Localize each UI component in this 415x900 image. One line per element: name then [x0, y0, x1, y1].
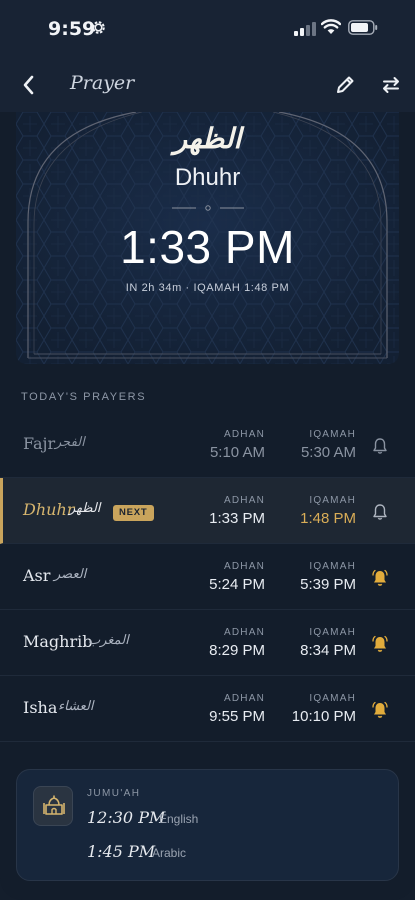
- navigation-bar: Prayer: [0, 58, 415, 112]
- iqamah-time: 5:30 AM: [300, 444, 356, 461]
- prayer-name: Dhuhr: [23, 500, 75, 519]
- jumuah-time: 1:45 PM: [87, 842, 156, 861]
- adhan-time: 5:24 PM: [209, 576, 265, 593]
- iqamah-time: 1:48 PM: [300, 510, 356, 527]
- iqamah-time: 10:10 PM: [291, 708, 356, 725]
- jumuah-label: JUMU'AH: [87, 788, 141, 799]
- adhan-label: ADHAN: [223, 429, 265, 440]
- next-badge: NEXT: [113, 505, 154, 521]
- adhan-label: ADHAN: [223, 495, 265, 506]
- adhan-time: 9:55 PM: [209, 708, 265, 725]
- signal-icon: [294, 22, 316, 36]
- adhan-time: 8:29 PM: [209, 642, 265, 659]
- gear-icon: [92, 21, 105, 34]
- bell-ringing-icon[interactable]: [372, 569, 388, 587]
- prayer-row-dhuhr[interactable]: Dhuhr الظهر NEXT ADHAN IQAMAH 1:33 PM 1:…: [0, 478, 415, 544]
- iqamah-label: IQAMAH: [309, 693, 356, 704]
- jumuah-card[interactable]: JUMU'AH 12:30 PM English 1:45 PM Arabic: [16, 769, 399, 881]
- page-title: Prayer: [70, 72, 135, 94]
- ornament-divider: [172, 205, 244, 211]
- iqamah-label: IQAMAH: [309, 627, 356, 638]
- prayer-name: Isha: [23, 698, 58, 717]
- swap-arrows-icon[interactable]: [378, 72, 404, 98]
- hero-english-name: Dhuhr: [174, 164, 241, 191]
- jumuah-language: Arabic: [152, 846, 187, 860]
- mosque-icon-container: [33, 786, 73, 826]
- bell-ringing-icon[interactable]: [372, 701, 388, 719]
- prayer-row-fajr[interactable]: Fajr الفجر ADHAN IQAMAH 5:10 AM 5:30 AM: [0, 412, 415, 478]
- pencil-icon[interactable]: [332, 72, 358, 98]
- adhan-time: 1:33 PM: [209, 510, 265, 527]
- adhan-label: ADHAN: [223, 627, 265, 638]
- wifi-icon: [321, 19, 341, 34]
- prayer-row-asr[interactable]: Asr العصر ADHAN IQAMAH 5:24 PM 5:39 PM: [0, 544, 415, 610]
- jumuah-language: English: [159, 812, 199, 826]
- adhan-label: ADHAN: [223, 693, 265, 704]
- prayer-arabic-name: العصر: [54, 567, 87, 582]
- section-heading: TODAY'S PRAYERS: [21, 391, 147, 403]
- jumuah-time: 12:30 PM: [87, 808, 166, 827]
- current-prayer-hero: الظهر Dhuhr 1:33 PM IN 2h 34m · IQAMAH 1…: [0, 112, 415, 368]
- battery-icon: [348, 20, 378, 35]
- prayer-name: Fajr: [23, 434, 56, 453]
- bell-icon[interactable]: [372, 437, 388, 455]
- bell-ringing-icon[interactable]: [372, 635, 388, 653]
- phone-screen: 9:59 Prayer الظهر Dhuhr 1:33 PM IN 2h 34…: [0, 0, 415, 900]
- prayer-arabic-name: العشاء: [58, 699, 94, 714]
- prayer-row-maghrib[interactable]: Maghrib المغرب ADHAN IQAMAH 8:29 PM 8:34…: [0, 610, 415, 676]
- iqamah-time: 5:39 PM: [300, 576, 356, 593]
- status-time: 9:59: [48, 18, 96, 40]
- back-chevron-icon[interactable]: [14, 70, 44, 100]
- iqamah-label: IQAMAH: [309, 495, 356, 506]
- prayer-arabic-name: المغرب: [88, 633, 129, 648]
- iqamah-time: 8:34 PM: [300, 642, 356, 659]
- status-bar: 9:59: [0, 0, 415, 58]
- iqamah-label: IQAMAH: [309, 429, 356, 440]
- prayer-name: Maghrib: [23, 632, 93, 651]
- hero-arabic-name: الظهر: [173, 122, 242, 155]
- prayer-name: Asr: [23, 566, 51, 585]
- hero-adhan-time: 1:33 PM: [120, 221, 295, 273]
- adhan-label: ADHAN: [223, 561, 265, 572]
- bell-icon[interactable]: [372, 503, 388, 521]
- hero-countdown: IN 2h 34m · IQAMAH 1:48 PM: [125, 282, 290, 294]
- adhan-time: 5:10 AM: [209, 444, 265, 461]
- prayer-arabic-name: الفجر: [55, 435, 85, 450]
- mosque-icon: [43, 795, 65, 815]
- prayer-arabic-name: الظهر: [69, 501, 101, 516]
- iqamah-label: IQAMAH: [309, 561, 356, 572]
- prayer-row-isha[interactable]: Isha العشاء ADHAN IQAMAH 9:55 PM 10:10 P…: [0, 676, 415, 742]
